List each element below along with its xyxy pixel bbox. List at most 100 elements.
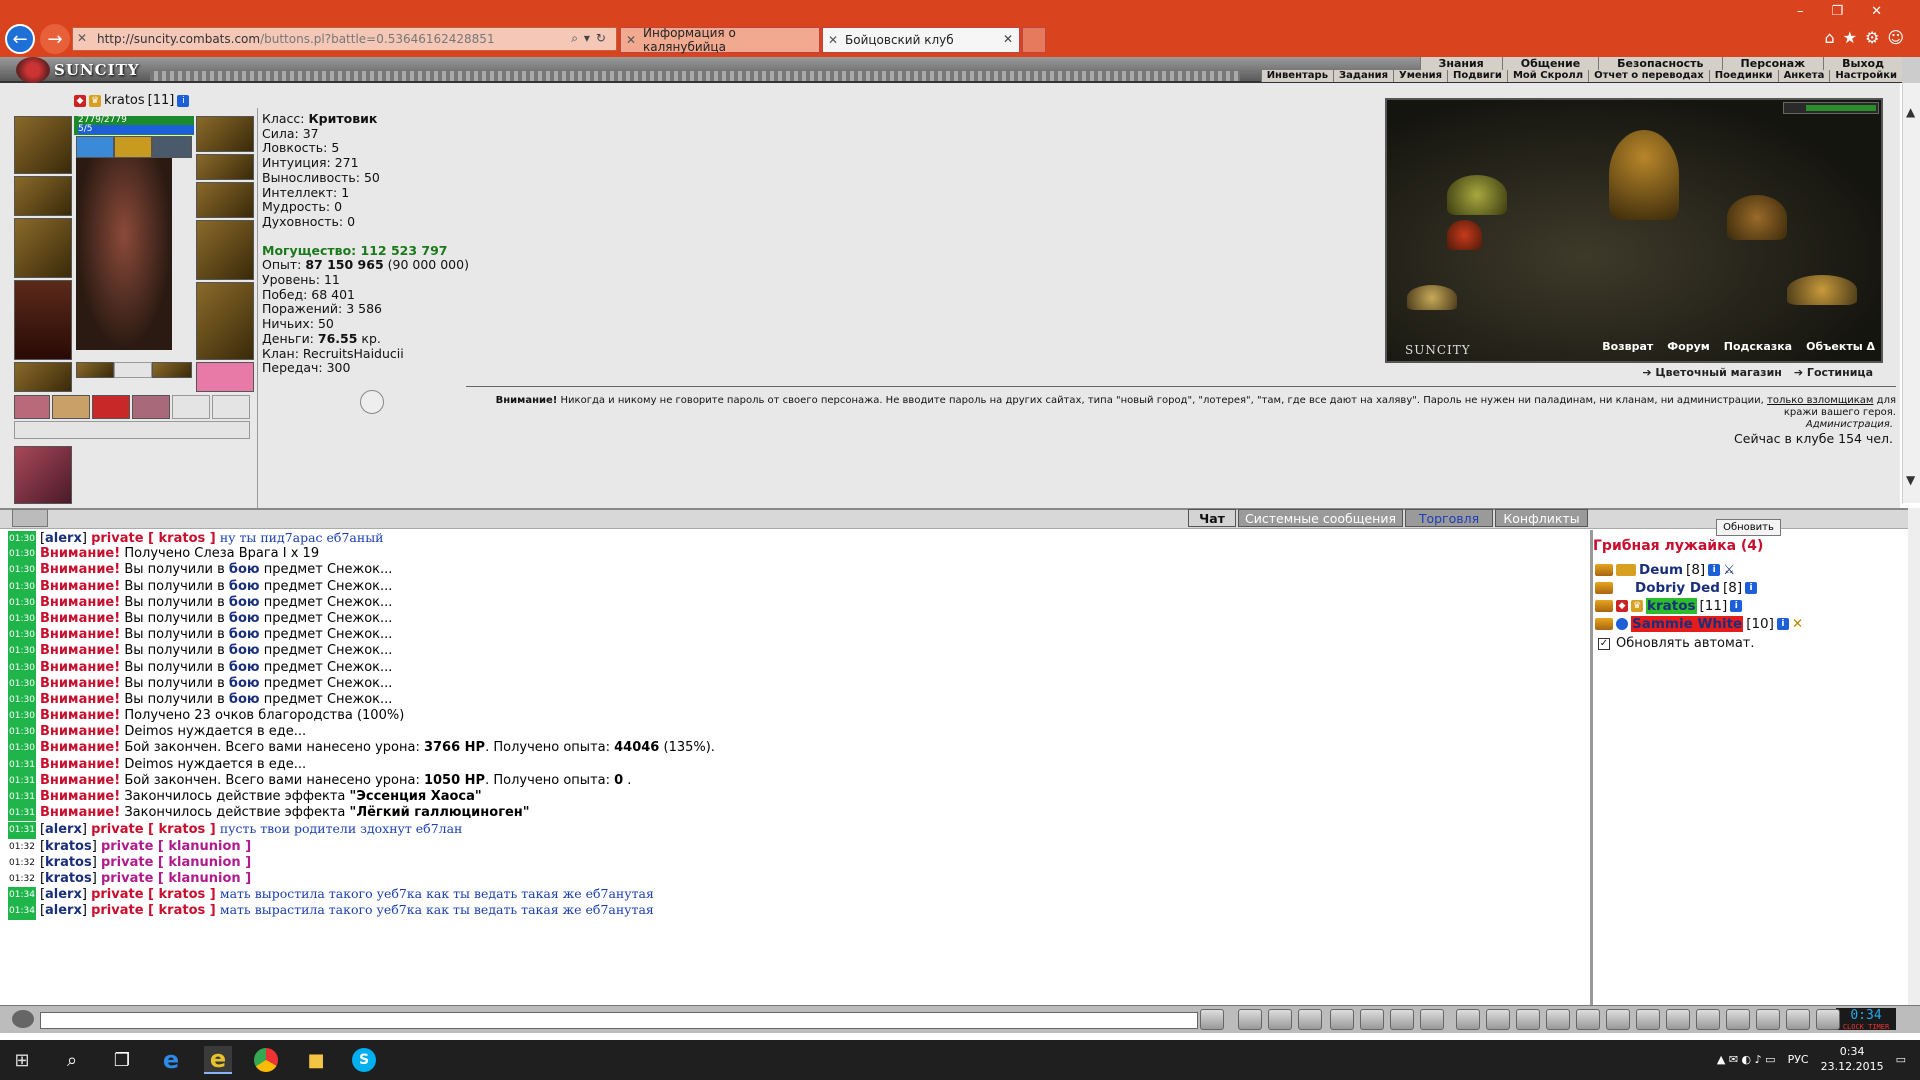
chat-timestamp[interactable]: 01:30 [8, 610, 36, 628]
skype-icon[interactable]: S [352, 1048, 376, 1072]
link-forum[interactable]: Форум [1667, 340, 1710, 353]
info-icon[interactable]: i [1745, 582, 1758, 594]
pocket-slot-6[interactable] [212, 395, 250, 419]
toolbar-button-18[interactable] [1726, 1009, 1750, 1030]
user-name[interactable]: Deum [1639, 562, 1683, 578]
chat-private-tag[interactable]: private [ klanunion ] [101, 839, 251, 854]
chat-timestamp[interactable]: 01:34 [8, 887, 36, 904]
chat-timestamp[interactable]: 01:30 [8, 708, 36, 725]
chat-timestamp[interactable]: 01:30 [8, 627, 36, 644]
chat-private-tag[interactable]: private [ klanunion ] [101, 855, 251, 870]
buff-slot-1[interactable] [76, 136, 114, 158]
boots-slot[interactable] [196, 362, 254, 392]
toolbar-button-7[interactable] [1390, 1009, 1414, 1030]
menu-settings[interactable]: Настройки [1829, 70, 1902, 82]
tab-chat[interactable]: Чат [1188, 509, 1236, 527]
edge-icon[interactable]: e [157, 1046, 185, 1074]
user-name[interactable]: kratos [1646, 598, 1697, 614]
menu-exit[interactable]: Выход [1823, 57, 1902, 70]
chat-timestamp[interactable]: 01:30 [8, 675, 36, 692]
top-scrollbar[interactable]: ▲ ▼ [1902, 83, 1920, 503]
toolbar-button-14[interactable] [1606, 1009, 1630, 1030]
link-objects[interactable]: Объекты Δ [1806, 340, 1875, 353]
chat-sender[interactable]: alerx [45, 822, 82, 837]
toolbar-button-1[interactable] [1200, 1009, 1224, 1030]
auto-refresh-row[interactable]: ✓ Обновлять автомат. [1598, 636, 1755, 651]
chrome-icon[interactable] [254, 1048, 278, 1072]
chat-sender[interactable]: kratos [45, 855, 92, 870]
menu-fights[interactable]: Поединки [1708, 70, 1778, 82]
fight-icon[interactable]: ⚔ [1723, 562, 1735, 578]
tab-conflicts[interactable]: Конфликты [1495, 509, 1588, 527]
toolbar-button-20[interactable] [1786, 1009, 1810, 1030]
chat-toggle-icon[interactable] [12, 509, 48, 527]
chat-timestamp[interactable]: 01:30 [8, 724, 36, 741]
earring-slot[interactable] [196, 116, 254, 152]
chat-timestamp[interactable]: 01:31 [8, 822, 36, 839]
fight-link[interactable]: бою [229, 562, 260, 577]
rings-slot[interactable] [196, 182, 254, 218]
pocket-slot-5[interactable] [172, 395, 210, 419]
private-msg-icon[interactable] [1595, 564, 1613, 576]
user-row[interactable]: Sammie White [10] i ✕ [1595, 615, 1803, 633]
toolbar-button-15[interactable] [1636, 1009, 1660, 1030]
info-icon[interactable]: i [1730, 600, 1743, 612]
chat-sender[interactable]: kratos [45, 871, 92, 886]
battle-icon[interactable]: ✕ [1792, 616, 1803, 632]
menu-my-scroll[interactable]: Мой Скролл [1506, 70, 1589, 82]
fight-link[interactable]: бою [229, 579, 260, 594]
offhand-slot[interactable] [196, 220, 254, 280]
buff-slot-3[interactable] [152, 136, 192, 158]
window-controls[interactable]: –❐✕ [1797, 4, 1910, 19]
chat-timestamp[interactable]: 01:32 [8, 839, 36, 855]
tab-info[interactable]: ✕ Информация о калянубийца [620, 26, 820, 54]
pet-slot[interactable] [14, 446, 72, 504]
chat-private-tag[interactable]: private [ kratos ] [91, 903, 216, 918]
toolbar-button-9[interactable] [1456, 1009, 1480, 1030]
warning-link[interactable]: только взломщикам [1767, 395, 1873, 406]
user-row[interactable]: Deum [8] i ⚔ [1595, 561, 1735, 579]
fight-link[interactable]: бою [229, 595, 260, 610]
pocket-slot-2[interactable] [52, 395, 90, 419]
tray-icons[interactable]: ▲ ✉ ◐ ♪ ▭ [1717, 1053, 1776, 1066]
toolbar-button-13[interactable] [1576, 1009, 1600, 1030]
menu-profile[interactable]: Анкета [1777, 70, 1830, 82]
chat-private-tag[interactable]: private [ kratos ] [91, 822, 216, 837]
tab-system-messages[interactable]: Системные сообщения [1238, 509, 1403, 527]
back-button[interactable]: ← [5, 24, 35, 54]
helmet-slot[interactable] [14, 116, 72, 174]
armor-slot[interactable] [14, 280, 72, 360]
toolbar-button-11[interactable] [1516, 1009, 1540, 1030]
menu-transfer-report[interactable]: Отчет о переводах [1588, 70, 1709, 82]
menu-feats[interactable]: Подвиги [1447, 70, 1507, 82]
fight-link[interactable]: бою [229, 643, 260, 658]
link-hotel[interactable]: ➔ Гостиница [1794, 366, 1873, 379]
private-msg-icon[interactable] [1595, 618, 1613, 630]
menu-knowledge[interactable]: Знания [1419, 57, 1502, 70]
user-name[interactable]: Dobriy Ded [1635, 580, 1720, 596]
belt-slot[interactable] [14, 362, 72, 392]
page-scrollbar-top[interactable] [1902, 57, 1920, 83]
toolbar-button-4[interactable] [1298, 1009, 1322, 1030]
toolbar-button-16[interactable] [1666, 1009, 1690, 1030]
toolbar-button-10[interactable] [1486, 1009, 1510, 1030]
menu-quests[interactable]: Задания [1333, 70, 1394, 82]
chat-timestamp[interactable]: 01:30 [8, 562, 36, 579]
chat-timestamp[interactable]: 01:31 [8, 772, 36, 790]
necklace-slot[interactable] [196, 154, 254, 180]
toolbar-button-6[interactable] [1360, 1009, 1384, 1030]
address-bar[interactable]: ✕ http://suncity.combats.com/buttons.pl?… [72, 27, 617, 51]
search-refresh-icons[interactable]: ⌕▾↻ [571, 31, 612, 46]
pocket-row-2[interactable] [14, 421, 250, 439]
link-hint[interactable]: Подсказка [1724, 340, 1792, 353]
search-icon[interactable]: ⌕ [58, 1046, 86, 1074]
chat-timestamp[interactable]: 01:30 [8, 643, 36, 660]
new-tab-button[interactable] [1022, 27, 1046, 53]
link-return[interactable]: Возврат [1602, 340, 1653, 353]
pocket-slot-4[interactable] [132, 395, 170, 419]
chat-timestamp[interactable]: 01:31 [8, 789, 36, 806]
chat-timestamp[interactable]: 01:30 [8, 659, 36, 676]
quick-slot-1[interactable] [76, 362, 114, 378]
toolbar-button-2[interactable] [1238, 1009, 1262, 1030]
scroll-down-icon[interactable]: ▼ [1906, 473, 1915, 487]
